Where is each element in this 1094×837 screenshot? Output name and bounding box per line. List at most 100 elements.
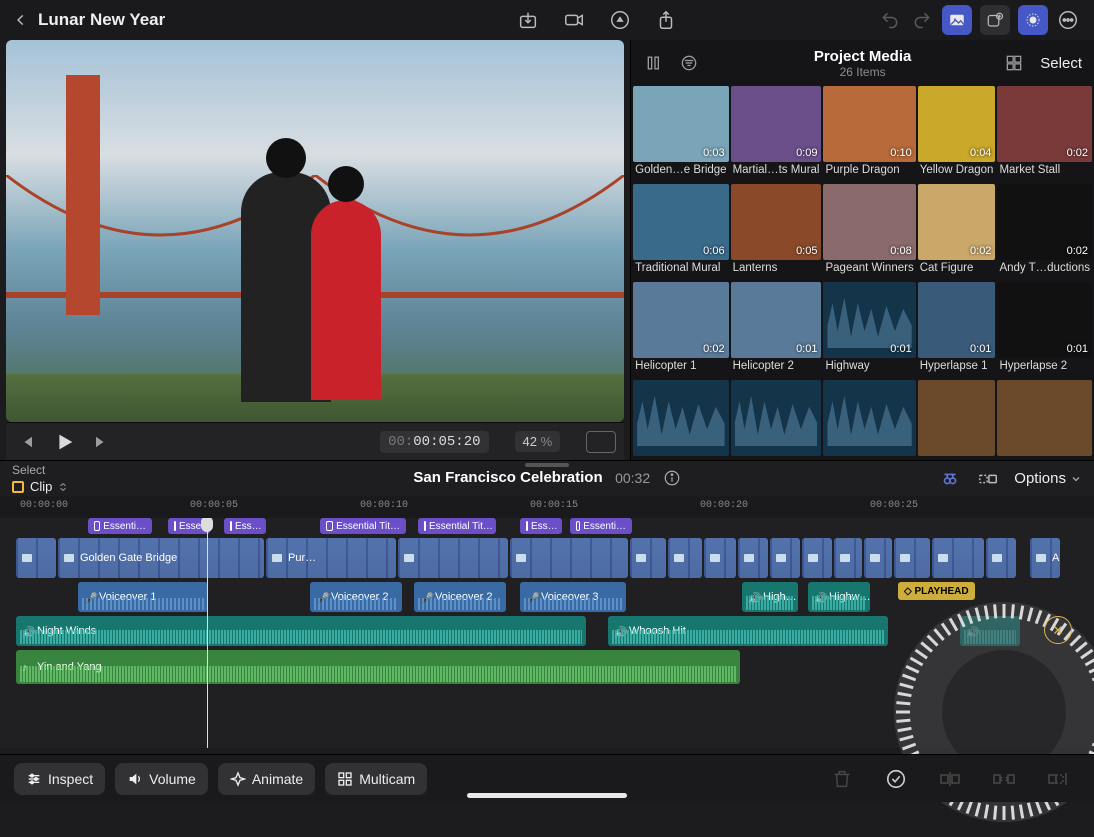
video-clip[interactable]	[894, 538, 930, 578]
media-item[interactable]: 0:09Martial…ts Mural	[731, 86, 822, 182]
timecode-display[interactable]: 00:00:05:20	[380, 431, 488, 453]
title-clip[interactable]: Essenti…	[88, 518, 152, 534]
insert-gap-button[interactable]	[990, 765, 1018, 793]
playhead-marker[interactable]: ◇ PLAYHEAD	[898, 582, 975, 600]
video-clip[interactable]: An…	[1030, 538, 1060, 578]
timeline-clip-mode-button[interactable]: Clip	[12, 479, 68, 494]
import-button[interactable]	[516, 8, 540, 32]
video-clip[interactable]	[932, 538, 984, 578]
playhead[interactable]	[207, 518, 208, 748]
multicam-button[interactable]: Multicam	[325, 763, 427, 795]
media-item[interactable]	[918, 380, 996, 460]
media-item[interactable]: 0:08Pageant Winners	[823, 184, 915, 280]
prev-frame-button[interactable]	[14, 430, 38, 454]
delete-button[interactable]	[828, 765, 856, 793]
panel-resize-handle[interactable]	[525, 463, 569, 467]
media-item[interactable]: 0:01Helicopter 2	[731, 282, 822, 378]
timeline-select-mode-label[interactable]: Select	[12, 463, 68, 477]
video-clip[interactable]	[834, 538, 862, 578]
media-item[interactable]: 0:01Highway	[823, 282, 915, 378]
sfx-clip[interactable]: 🔊High…	[742, 582, 798, 612]
media-item[interactable]	[823, 380, 915, 460]
media-item[interactable]: 0:02Cat Figure	[918, 184, 996, 280]
undo-button[interactable]	[878, 8, 902, 32]
more-button[interactable]	[1056, 8, 1080, 32]
magnetic-timeline-button[interactable]	[938, 467, 962, 491]
media-item-label: Market Stall	[997, 162, 1092, 182]
video-clip[interactable]: Pur…	[266, 538, 396, 578]
filter-button[interactable]	[677, 51, 701, 75]
title-clip[interactable]: Ess…	[520, 518, 562, 534]
grid-view-button[interactable]	[1002, 51, 1026, 75]
video-clip[interactable]	[770, 538, 800, 578]
record-camera-button[interactable]	[562, 8, 586, 32]
title-clip[interactable]: Essenti…	[570, 518, 632, 534]
sidebar-toggle-button[interactable]	[643, 51, 667, 75]
media-item[interactable]: 0:10Purple Dragon	[823, 86, 915, 182]
media-select-button[interactable]: Select	[1040, 55, 1082, 72]
jog-close-button[interactable]	[1044, 616, 1072, 644]
voiceover-clip[interactable]: 🎤Voiceover 3	[520, 582, 626, 612]
split-button[interactable]	[936, 765, 964, 793]
music-clip[interactable]: ♪Yin and Yang	[16, 650, 740, 684]
media-item[interactable]: 0:04Yellow Dragon	[918, 86, 996, 182]
clip-duration: 0:01	[890, 343, 911, 355]
back-button[interactable]	[14, 8, 38, 32]
title-clip[interactable]: Ess…	[224, 518, 266, 534]
video-clip[interactable]	[986, 538, 1016, 578]
voiceover-button[interactable]	[608, 8, 632, 32]
content-browser-button[interactable]	[980, 5, 1010, 35]
enable-button[interactable]	[882, 765, 910, 793]
video-clip[interactable]	[738, 538, 768, 578]
media-item-label: Traditional Mural	[633, 260, 728, 280]
redo-button[interactable]	[910, 8, 934, 32]
video-clip[interactable]	[802, 538, 832, 578]
media-item[interactable]: 0:02Andy T…ductions	[997, 184, 1092, 280]
voiceover-clip[interactable]: 🎤Voiceover 1	[78, 582, 208, 612]
video-clip[interactable]	[864, 538, 892, 578]
title-clip[interactable]: Essential Tit…	[320, 518, 406, 534]
preview-viewer[interactable]	[6, 40, 624, 422]
snapping-button[interactable]	[976, 467, 1000, 491]
inspect-button[interactable]: Inspect	[14, 763, 105, 795]
next-frame-button[interactable]	[90, 430, 114, 454]
video-clip[interactable]	[630, 538, 666, 578]
media-item[interactable]: 0:02Helicopter 1	[633, 282, 728, 378]
voiceover-clip[interactable]: 🎤Voiceover 2	[310, 582, 402, 612]
video-clip[interactable]: Golden Gate Bridge	[58, 538, 264, 578]
volume-button[interactable]: Volume	[115, 763, 208, 795]
video-clip[interactable]	[16, 538, 56, 578]
live-drawing-button[interactable]	[1018, 5, 1048, 35]
timeline-info-button[interactable]	[663, 469, 681, 487]
media-browser-button[interactable]	[942, 5, 972, 35]
sfx-clip[interactable]: 🔊Highw…	[808, 582, 870, 612]
zoom-display[interactable]: 42 %	[515, 431, 561, 452]
voiceover-clip[interactable]: 🎤Voiceover 2	[414, 582, 506, 612]
media-item[interactable]	[633, 380, 728, 460]
media-item[interactable]	[997, 380, 1092, 460]
media-item[interactable]	[731, 380, 822, 460]
video-clip[interactable]	[704, 538, 736, 578]
trim-button[interactable]	[1044, 765, 1072, 793]
timeline-tracks[interactable]: Essenti…Esse…Ess…Essential Tit…Essential…	[0, 518, 1094, 748]
sfx-clip[interactable]: 🔊Night Winds	[16, 616, 586, 646]
video-clip[interactable]	[668, 538, 702, 578]
title-clip[interactable]: Essential Tit…	[418, 518, 496, 534]
timeline-ruler[interactable]: 00:00:0000:00:0500:00:1000:00:1500:00:20…	[0, 496, 1094, 518]
playhead-knob[interactable]	[201, 518, 213, 532]
media-item[interactable]: 0:02Market Stall	[997, 86, 1092, 182]
media-item[interactable]: 0:06Traditional Mural	[633, 184, 728, 280]
media-item[interactable]: 0:03Golden…e Bridge	[633, 86, 728, 182]
timeline-options-button[interactable]: Options	[1014, 470, 1082, 487]
media-item[interactable]: 0:05Lanterns	[731, 184, 822, 280]
media-item[interactable]: 0:01Hyperlapse 1	[918, 282, 996, 378]
sfx-clip[interactable]: 🔊Whoosh Hit	[608, 616, 888, 646]
share-button[interactable]	[654, 8, 678, 32]
play-button[interactable]	[52, 430, 76, 454]
display-options-button[interactable]	[586, 431, 616, 453]
video-clip[interactable]	[398, 538, 508, 578]
media-item[interactable]: 0:01Hyperlapse 2	[997, 282, 1092, 378]
animate-button[interactable]: Animate	[218, 763, 315, 795]
sfx-clip[interactable]: 🔊	[960, 616, 1020, 646]
video-clip[interactable]	[510, 538, 628, 578]
